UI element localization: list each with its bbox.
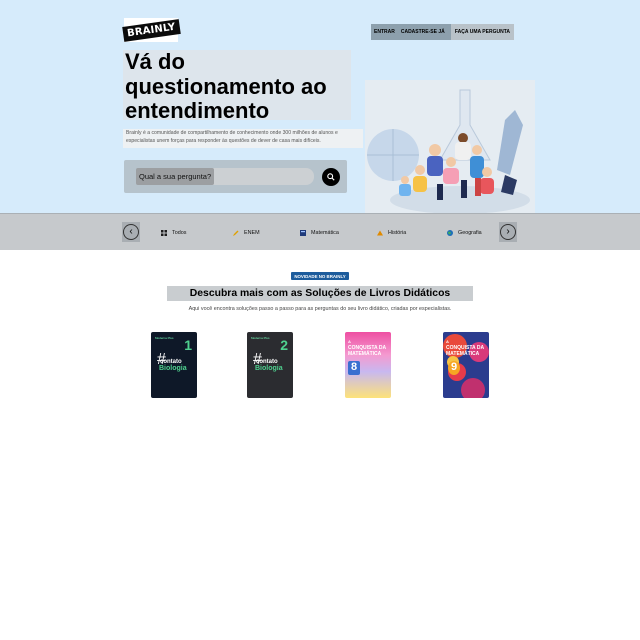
students-illustration [367, 89, 530, 214]
signup-button[interactable]: CADASTRE-SE JÁ [398, 24, 448, 40]
headline-line-1: Vá do [125, 49, 185, 74]
grid-icon [161, 229, 167, 236]
next-category-button[interactable]: › [500, 224, 516, 240]
calculator-icon [300, 229, 306, 236]
new-badge: NOVIDADE NO BRAINLY [291, 272, 349, 280]
search-button[interactable] [322, 168, 340, 186]
headline-line-3: entendimento [125, 98, 270, 123]
book-volume: 8 [348, 361, 360, 375]
book-title-bottom: Biologia [255, 365, 283, 372]
section-subtitle: Aqui você encontra soluções passo a pass… [188, 306, 452, 312]
book-title: CONQUISTA DA MATEMÁTICA [348, 345, 386, 357]
category-label: Matemática [311, 229, 339, 236]
book-title: CONQUISTA DA MATEMÁTICA [446, 345, 484, 357]
brainly-logo[interactable]: BRAINLY [121, 18, 181, 42]
pencil-icon [233, 230, 239, 236]
top-nav: ENTRAR CADASTRE-SE JÁ FAÇA UMA PERGUNTA [371, 24, 514, 40]
category-geografia[interactable]: Geografia [447, 228, 482, 237]
logo-text: BRAINLY [121, 18, 181, 42]
headline-line-2: questionamento ao [125, 73, 327, 99]
book-title-bottom: Biologia [159, 365, 187, 372]
book-series: Moderna Plus [155, 336, 174, 340]
book-volume: 1 [184, 337, 192, 353]
book-volume: 2 [280, 337, 288, 353]
book-series: Moderna Plus [251, 336, 270, 340]
login-button[interactable]: ENTRAR [371, 24, 398, 40]
search-placeholder[interactable]: Qual a sua pergunta? [136, 168, 214, 185]
search-icon [327, 173, 335, 181]
category-label: História [388, 229, 407, 236]
book-card[interactable]: Moderna Plus 1 # contato Biologia [151, 332, 197, 398]
category-todos[interactable]: Todos [161, 228, 186, 237]
book-series: A [446, 339, 449, 344]
hero-illustration [365, 80, 535, 214]
section-title: Descubra mais com as Soluções de Livros … [167, 286, 473, 301]
prev-category-button[interactable]: ‹ [123, 224, 139, 240]
ask-question-button[interactable]: FAÇA UMA PERGUNTA [450, 24, 514, 40]
category-enem[interactable]: ENEM [233, 228, 260, 237]
category-matematica[interactable]: Matemática [300, 228, 339, 237]
chevron-right-icon: › [506, 226, 510, 237]
category-label: Geografia [458, 229, 482, 236]
category-label: ENEM [244, 229, 260, 236]
book-card[interactable]: Moderna Plus 2 # contato Biologia [247, 332, 293, 398]
category-historia[interactable]: História [377, 228, 406, 237]
hero-headline: Vá do questionamento ao entendimento [123, 49, 351, 123]
hero-description: Brainly é a comunidade de compartilhamen… [123, 129, 363, 148]
book-volume: 9 [448, 361, 460, 375]
book-card[interactable]: A CONQUISTA DA MATEMÁTICA 9 [443, 332, 489, 398]
pyramid-icon [377, 230, 383, 235]
book-card[interactable]: A CONQUISTA DA MATEMÁTICA 8 [345, 332, 391, 398]
book-series: A [348, 339, 351, 344]
globe-icon [447, 229, 453, 236]
chevron-left-icon: ‹ [129, 226, 133, 237]
category-label: Todos [172, 229, 187, 236]
